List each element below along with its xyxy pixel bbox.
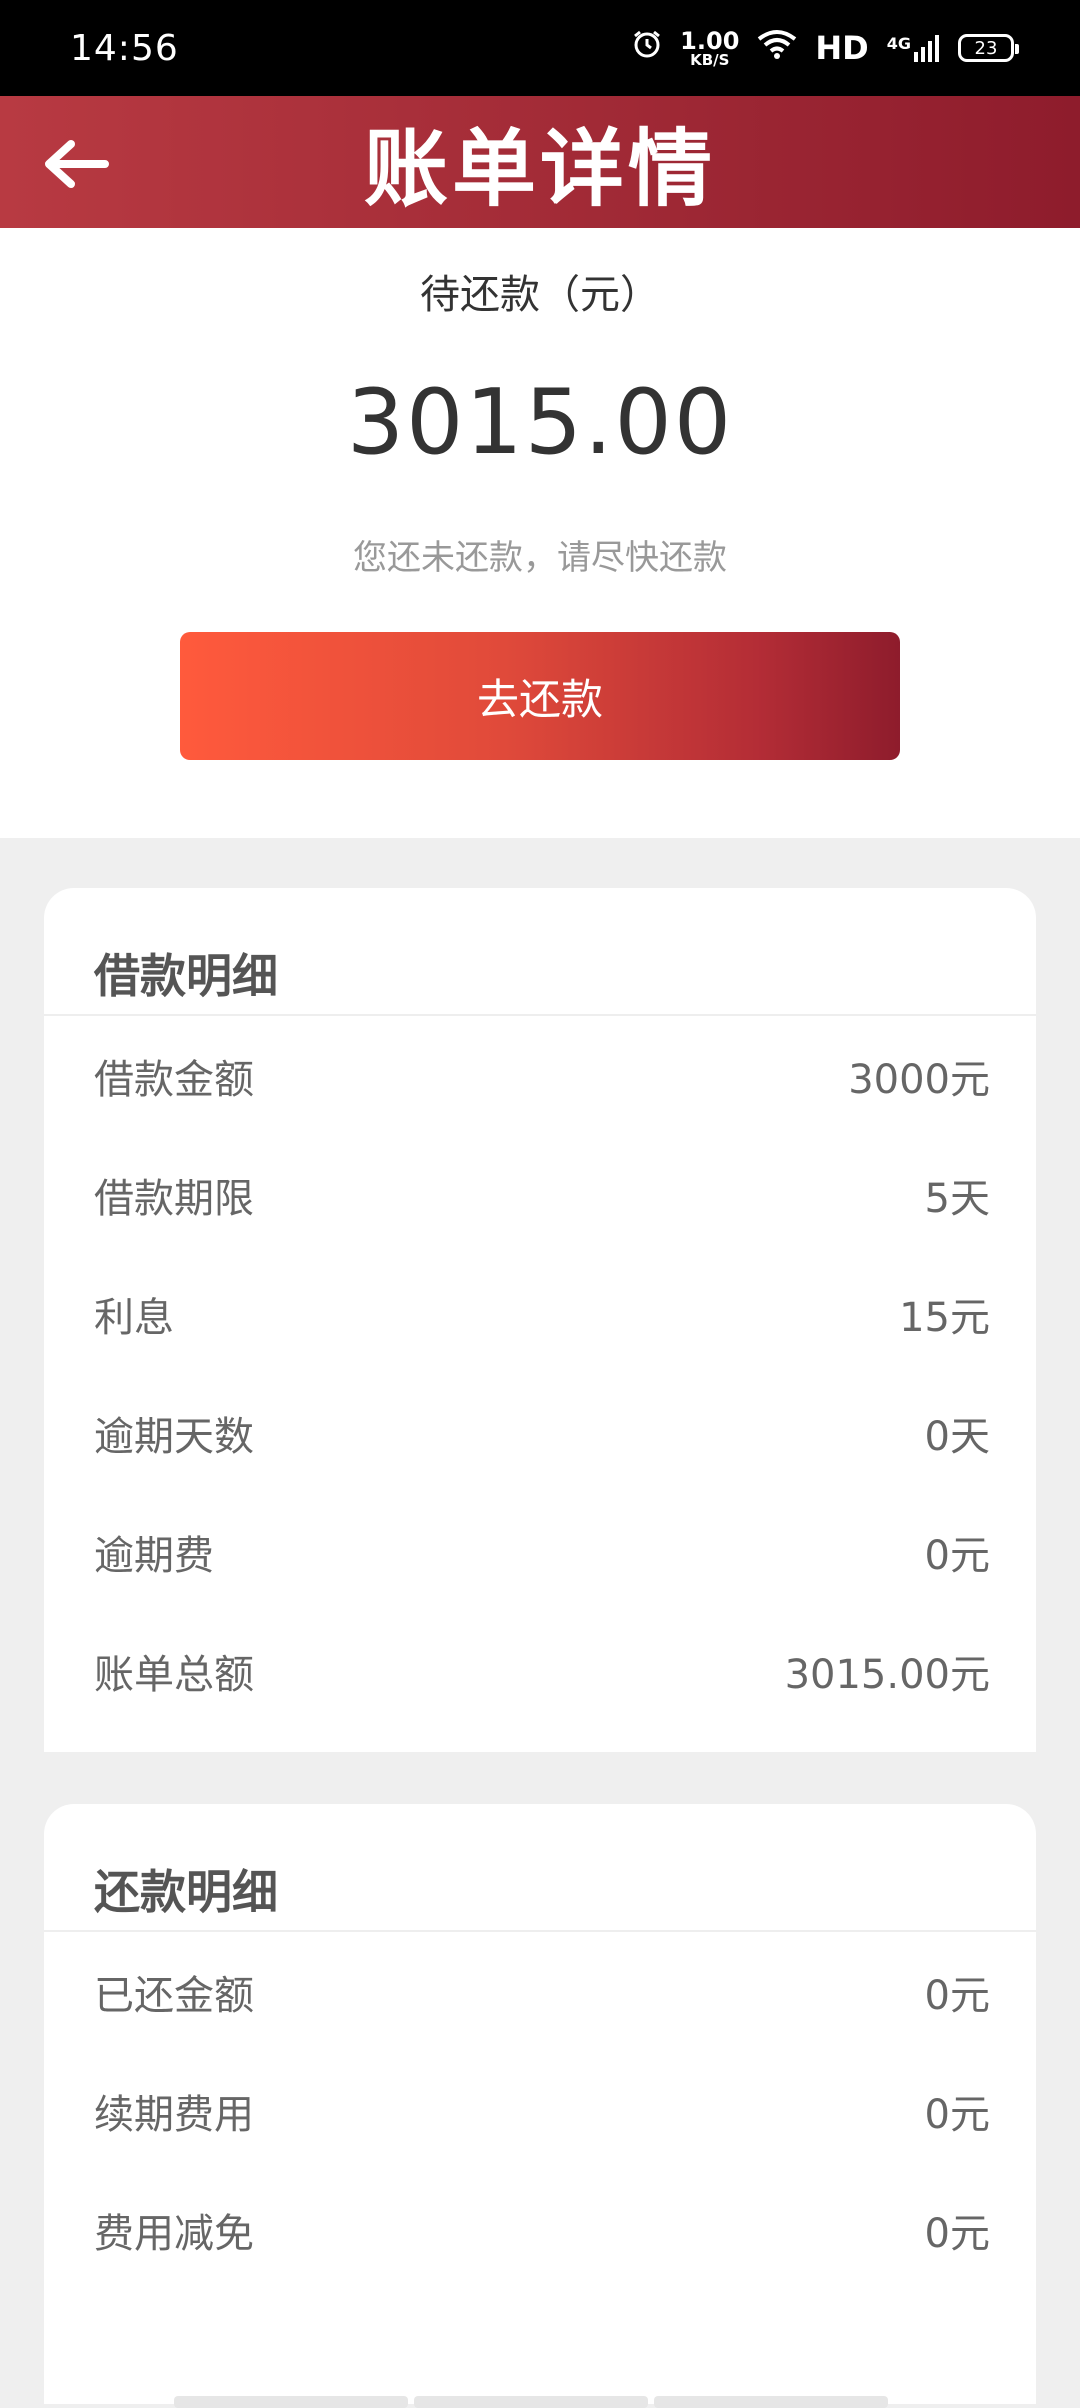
row-value: 3000元 xyxy=(848,1056,990,1103)
pending-label: 待还款（元） xyxy=(420,272,660,318)
net-speed-unit: KB/S xyxy=(690,50,730,69)
wifi-icon xyxy=(757,29,797,67)
detail-row: 账单总额 3015.00元 xyxy=(44,1611,1036,1730)
app-header: 账单详情 xyxy=(0,96,1080,228)
hd-indicator: HD xyxy=(815,29,869,67)
back-button[interactable] xyxy=(36,124,116,204)
repayment-summary: 待还款（元） 3015.00 您还未还款，请尽快还款 去还款 xyxy=(0,228,1080,838)
loan-details-title: 借款明细 xyxy=(44,888,1036,1016)
battery-icon: 23 xyxy=(958,34,1019,62)
back-arrow-icon xyxy=(45,140,109,188)
net-speed-value: 1.00 xyxy=(680,26,740,55)
network-type: 4G xyxy=(886,34,911,53)
row-value: 0元 xyxy=(924,2091,990,2138)
row-label: 利息 xyxy=(94,1294,174,1341)
detail-row: 借款金额 3000元 xyxy=(44,1016,1036,1135)
row-value: 0元 xyxy=(924,2210,990,2257)
net-speed: 1.00 KB/S xyxy=(680,29,739,68)
status-icons: 1.00 KB/S HD 4G 23 xyxy=(632,29,1019,68)
row-value: 15元 xyxy=(899,1294,990,1341)
row-label: 已还金额 xyxy=(94,1972,254,2019)
row-value: 5天 xyxy=(924,1175,990,1222)
row-label: 逾期天数 xyxy=(94,1413,254,1460)
loan-details-card: 借款明细 借款金额 3000元 借款期限 5天 利息 15元 逾期天数 0天 逾… xyxy=(44,888,1036,1752)
repay-details-card: 还款明细 已还金额 0元 续期费用 0元 费用减免 0元 xyxy=(44,1804,1036,2408)
signal-icon: 4G xyxy=(887,34,940,62)
partially-visible-row xyxy=(44,2289,1036,2408)
detail-row: 逾期费 0元 xyxy=(44,1492,1036,1611)
pending-note: 您还未还款，请尽快还款 xyxy=(353,538,727,578)
battery-level: 23 xyxy=(974,37,998,59)
row-label: 续期费用 xyxy=(94,2091,254,2138)
row-label: 账单总额 xyxy=(94,1651,254,1698)
row-value: 3015.00元 xyxy=(784,1651,990,1698)
row-label: 借款期限 xyxy=(94,1175,254,1222)
detail-row: 费用减免 0元 xyxy=(44,2170,1036,2289)
status-time: 14:56 xyxy=(70,27,179,69)
detail-row: 续期费用 0元 xyxy=(44,2051,1036,2170)
row-value: 0元 xyxy=(924,1532,990,1579)
detail-row: 逾期天数 0天 xyxy=(44,1373,1036,1492)
row-label: 逾期费 xyxy=(94,1532,214,1579)
row-value: 0天 xyxy=(924,1413,990,1460)
repay-details-title: 还款明细 xyxy=(44,1804,1036,1932)
table-placeholder-bars xyxy=(174,2396,888,2408)
detail-row: 已还金额 0元 xyxy=(44,1932,1036,2051)
detail-row: 借款期限 5天 xyxy=(44,1135,1036,1254)
page-title: 账单详情 xyxy=(363,119,716,218)
repay-button[interactable]: 去还款 xyxy=(180,632,900,760)
row-label: 费用减免 xyxy=(94,2210,254,2257)
row-label: 借款金额 xyxy=(94,1056,254,1103)
alarm-icon xyxy=(632,29,662,67)
detail-row: 利息 15元 xyxy=(44,1254,1036,1373)
status-bar: 14:56 1.00 KB/S HD 4G 23 xyxy=(0,0,1080,96)
row-value: 0元 xyxy=(924,1972,990,2019)
pending-amount: 3015.00 xyxy=(346,370,734,475)
